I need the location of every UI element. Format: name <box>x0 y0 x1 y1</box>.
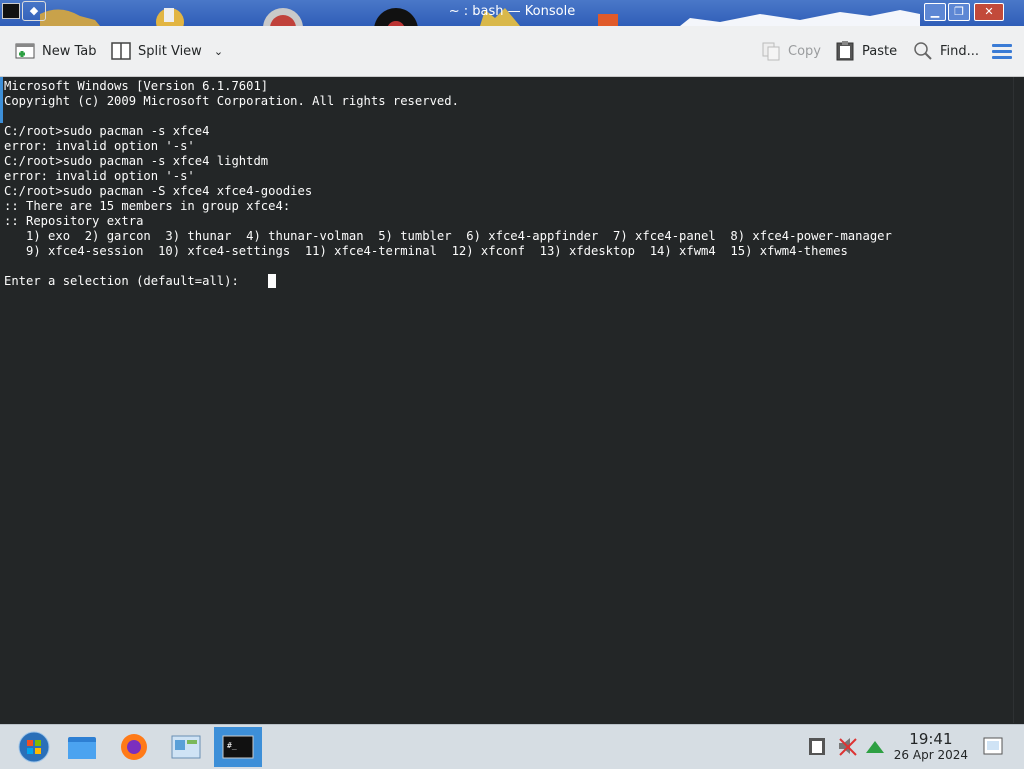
svg-text:#_: #_ <box>227 741 237 750</box>
terminal-output[interactable]: Microsoft Windows [Version 6.1.7601] Cop… <box>0 77 1014 723</box>
window-title: ~ : bash — Konsole <box>448 4 576 19</box>
folder-icon <box>68 737 96 759</box>
window-titlebar[interactable]: ◆ ~ : bash — Konsole ▁ ❐ ✕ <box>0 0 1024 26</box>
paste-icon <box>834 40 856 62</box>
show-desktop-icon[interactable] <box>982 735 1004 757</box>
clock-time: 19:41 <box>909 730 953 748</box>
terminal-line: Microsoft Windows [Version 6.1.7601] <box>4 79 269 93</box>
maximize-button[interactable]: ❐ <box>948 3 970 21</box>
terminal-line: 1) exo 2) garcon 3) thunar 4) thunar-vol… <box>4 229 892 243</box>
terminal-line: C:/root>sudo pacman -s xfce4 lightdm <box>4 154 269 168</box>
firefox-icon <box>121 734 147 760</box>
terminal-line: :: Repository extra <box>4 214 144 228</box>
new-tab-icon <box>14 40 36 62</box>
terminal-icon: #_ <box>222 735 254 759</box>
split-view-label: Split View <box>138 43 202 59</box>
close-button[interactable]: ✕ <box>974 3 1004 21</box>
konsole-toolbar: New Tab Split View ⌄ Copy Paste Find... <box>0 26 1024 77</box>
terminal-line: 9) xfce4-session 10) xfce4-settings 11) … <box>4 244 848 258</box>
konsole-task-button[interactable]: #_ <box>214 727 262 767</box>
terminal-line: C:/root>sudo pacman -S xfce4 xfce4-goodi… <box>4 184 313 198</box>
taskbar: #_ 19:41 26 Apr 2024 <box>0 724 1024 769</box>
control-panel-icon <box>171 735 201 759</box>
split-view-icon <box>110 40 132 62</box>
clipboard-tray-icon[interactable] <box>806 735 828 757</box>
terminal-focus-indicator <box>0 77 3 123</box>
new-tab-label: New Tab <box>42 43 97 59</box>
windows-logo-icon <box>18 731 50 763</box>
hamburger-menu-icon[interactable] <box>992 44 1012 59</box>
clock-date: 26 Apr 2024 <box>893 748 968 762</box>
terminal-line: C:/root>sudo pacman -s xfce4 <box>4 124 210 138</box>
terminal-line: :: There are 15 members in group xfce4: <box>4 199 291 213</box>
terminal-cursor <box>268 274 276 288</box>
find-button[interactable]: Find... <box>912 38 979 64</box>
chevron-down-icon[interactable]: ⌄ <box>214 45 223 58</box>
find-label: Find... <box>940 43 980 59</box>
clock[interactable]: 19:41 26 Apr 2024 <box>893 730 968 763</box>
firefox-button[interactable] <box>110 727 158 767</box>
terminal-line: error: invalid option '-s' <box>4 169 195 183</box>
volume-muted-icon[interactable] <box>836 735 858 757</box>
paste-button[interactable]: Paste <box>834 38 897 64</box>
copy-icon <box>760 40 782 62</box>
control-panel-button[interactable] <box>162 727 210 767</box>
paste-label: Paste <box>862 43 898 59</box>
terminal-line: error: invalid option '-s' <box>4 139 195 153</box>
file-manager-button[interactable] <box>58 727 106 767</box>
copy-label: Copy <box>788 43 821 59</box>
split-view-button[interactable]: Split View ⌄ <box>110 38 223 64</box>
terminal-scrollbar[interactable] <box>1013 77 1024 723</box>
copy-button[interactable]: Copy <box>760 38 821 64</box>
search-icon <box>912 40 934 62</box>
terminal-prompt-line: Enter a selection (default=all): <box>4 274 247 288</box>
terminal-line: Copyright (c) 2009 Microsoft Corporation… <box>4 94 459 108</box>
minimize-button[interactable]: ▁ <box>924 3 946 21</box>
new-tab-button[interactable]: New Tab <box>14 38 97 64</box>
start-menu-button[interactable] <box>10 727 58 767</box>
network-icon[interactable] <box>864 735 886 757</box>
